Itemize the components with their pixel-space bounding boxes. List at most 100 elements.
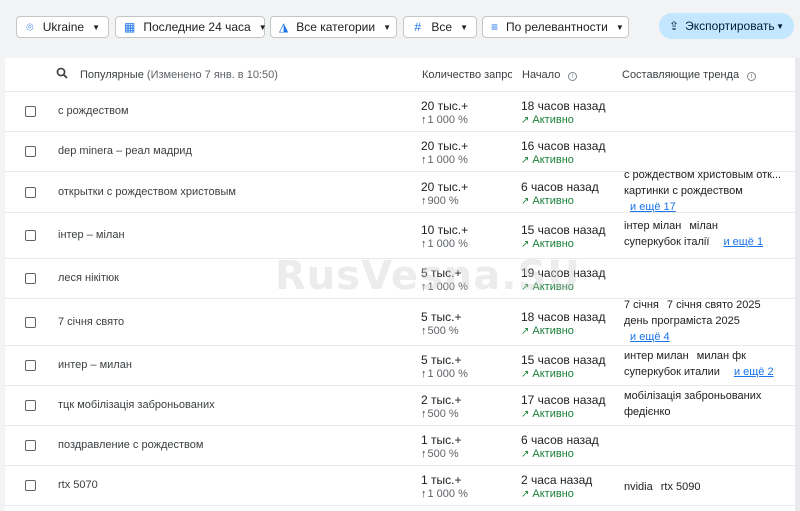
arrow-up-icon: ↑: [421, 238, 427, 250]
trending-up-icon: ↗: [521, 326, 530, 337]
trend-term[interactable]: 7 січня свято: [58, 316, 124, 328]
trend-term[interactable]: с рождеством: [58, 105, 129, 117]
status-label: Активно: [532, 114, 574, 126]
status-badge: ↗ Активно: [521, 448, 574, 460]
table-row[interactable]: открытки с рождеством христовым 20 тыс.+ ↑…: [5, 169, 795, 213]
status-label: Активно: [532, 154, 574, 166]
status-badge: ↗ Активно: [521, 238, 574, 250]
status-badge: ↗ Активно: [521, 154, 574, 166]
table-title: Популярные (Изменено 7 янв. в 10:50): [80, 69, 278, 81]
search-icon[interactable]: [56, 67, 68, 82]
table-row[interactable]: тцк мобілізація заброньованих 2 тыс.+ ↑500…: [5, 386, 795, 426]
table-row[interactable]: інтер – мілан 10 тыс.+ ↑1 000 % 15 часов на…: [5, 213, 795, 259]
row-checkbox[interactable]: [25, 273, 36, 284]
trend-component[interactable]: rtx 5090: [661, 481, 701, 493]
sort-filter[interactable]: ≡ По релевантности ▼: [482, 16, 629, 38]
trend-term[interactable]: интер – милан: [58, 359, 132, 371]
table-row[interactable]: 7 січня свято 5 тыс.+ ↑500 % 18 часов назад…: [5, 299, 795, 346]
search-volume: 20 тыс.+: [421, 180, 469, 194]
location-pin-icon: ⌾: [26, 19, 34, 34]
table-subtitle: (Изменено 7 янв. в 10:50): [146, 69, 278, 81]
trend-components-line: суперкубок італії и ещё 1: [624, 236, 784, 248]
sort-label: По релевантности: [506, 20, 608, 34]
trend-term[interactable]: dep minera – реал мадрид: [58, 145, 192, 157]
row-checkbox[interactable]: [25, 317, 36, 328]
trend-components-line: 7 січня 7 січня свято 2025: [624, 299, 784, 311]
row-checkbox[interactable]: [25, 480, 36, 491]
trend-component[interactable]: интер милан: [624, 350, 689, 362]
started-time: 17 часов назад: [521, 393, 606, 407]
column-header-components[interactable]: Составляющие тренда i: [622, 69, 757, 81]
row-checkbox[interactable]: [25, 106, 36, 117]
trend-component[interactable]: інтер мілан: [624, 220, 681, 232]
trend-component[interactable]: мілан: [689, 220, 718, 232]
search-volume: 5 тыс.+: [421, 310, 462, 324]
started-time: 6 часов назад: [521, 180, 599, 194]
table-row[interactable]: с рождеством 20 тыс.+ ↑1 000 % 18 часов наз…: [5, 92, 795, 132]
row-checkbox[interactable]: [25, 440, 36, 451]
table-row[interactable]: интер – милан 5 тыс.+ ↑1 000 % 15 часов наз…: [5, 346, 795, 386]
arrow-up-icon: ↑: [421, 448, 427, 460]
row-checkbox[interactable]: [25, 400, 36, 411]
search-volume: 10 тыс.+: [421, 223, 469, 237]
volume-change: ↑500 %: [421, 325, 459, 337]
trend-component[interactable]: 7 січня: [624, 299, 659, 311]
status-badge: ↗ Активно: [521, 114, 574, 126]
volume-change-value: 1 000 %: [427, 154, 468, 166]
row-checkbox[interactable]: [25, 187, 36, 198]
export-button[interactable]: ⇪ Экспортировать ▼: [659, 13, 794, 39]
chevron-down-icon: ▼: [383, 22, 391, 32]
table-row[interactable]: dep minera – реал мадрид 20 тыс.+ ↑1 000 %…: [5, 132, 795, 172]
trend-term[interactable]: леся нікітюк: [58, 272, 119, 284]
table-row[interactable]: rtx 5070 1 тыс.+ ↑1 000 % 2 часа назад ↗ Акти…: [5, 466, 795, 506]
trend-component[interactable]: суперкубок італії: [624, 236, 709, 248]
more-components-link[interactable]: и ещё 1: [723, 236, 763, 248]
trend-components-line: федієнко: [624, 406, 784, 418]
trend-term[interactable]: поздравление с рождеством: [58, 439, 203, 451]
status-label: Активно: [532, 448, 574, 460]
scrollbar[interactable]: [795, 58, 800, 511]
volume-change-value: 1 000 %: [427, 238, 468, 250]
trending-up-icon: ↗: [521, 409, 530, 420]
info-icon[interactable]: i: [568, 72, 578, 81]
table-row[interactable]: леся нікітюк 5 тыс.+ ↑1 000 % 19 часов наза…: [5, 259, 795, 299]
trend-component[interactable]: милан фк: [697, 350, 746, 362]
type-filter[interactable]: # Все ▼: [403, 16, 477, 38]
status-label: Активно: [532, 408, 574, 420]
volume-change: ↑1 000 %: [421, 488, 468, 500]
trend-component[interactable]: картинки с рождеством: [624, 185, 743, 197]
started-time: 15 часов назад: [521, 223, 606, 237]
table-row[interactable]: поздравление с рождеством 1 тыс.+ ↑500 % 6 …: [5, 426, 795, 466]
row-checkbox[interactable]: [25, 230, 36, 241]
trend-component[interactable]: федієнко: [624, 406, 671, 418]
status-badge: ↗ Активно: [521, 281, 574, 293]
trend-components-line: інтер мілан мілан: [624, 220, 784, 232]
arrow-up-icon: ↑: [421, 154, 427, 166]
column-header-start-label: Начало: [522, 69, 561, 81]
column-header-start[interactable]: Начало i: [522, 69, 578, 81]
trend-component[interactable]: мобілізація заброньованих: [624, 390, 761, 402]
category-filter[interactable]: ◮ Все категории ▼: [270, 16, 397, 38]
trend-components-line: день програміста 2025: [624, 315, 784, 327]
chevron-down-icon: ▼: [460, 22, 468, 32]
trend-term[interactable]: открытки с рождеством христовым: [58, 186, 236, 198]
more-components-link[interactable]: и ещё 4: [630, 331, 670, 343]
trend-components-line: интер милан милан фк: [624, 350, 784, 362]
trend-component[interactable]: день програміста 2025: [624, 315, 740, 327]
trend-component[interactable]: с рождеством христовым отк...: [624, 169, 781, 181]
more-components-link[interactable]: и ещё 17: [630, 201, 676, 213]
trend-term[interactable]: тцк мобілізація заброньованих: [58, 399, 215, 411]
info-icon[interactable]: i: [747, 72, 757, 81]
region-filter[interactable]: ⌾ Ukraine ▼: [16, 16, 109, 38]
row-checkbox[interactable]: [25, 360, 36, 371]
arrow-up-icon: ↑: [421, 195, 427, 207]
period-filter[interactable]: ▦ Последние 24 часа ▼: [115, 16, 267, 38]
trend-term[interactable]: rtx 5070: [58, 479, 98, 491]
column-header-volume[interactable]: Количество запросов: [422, 69, 512, 81]
more-components-link[interactable]: и ещё 2: [734, 366, 774, 378]
trend-component[interactable]: суперкубок италии: [624, 366, 720, 378]
trend-component[interactable]: nvidia: [624, 481, 653, 493]
trend-term[interactable]: інтер – мілан: [58, 229, 125, 241]
trend-component[interactable]: 7 січня свято 2025: [667, 299, 761, 311]
row-checkbox[interactable]: [25, 146, 36, 157]
